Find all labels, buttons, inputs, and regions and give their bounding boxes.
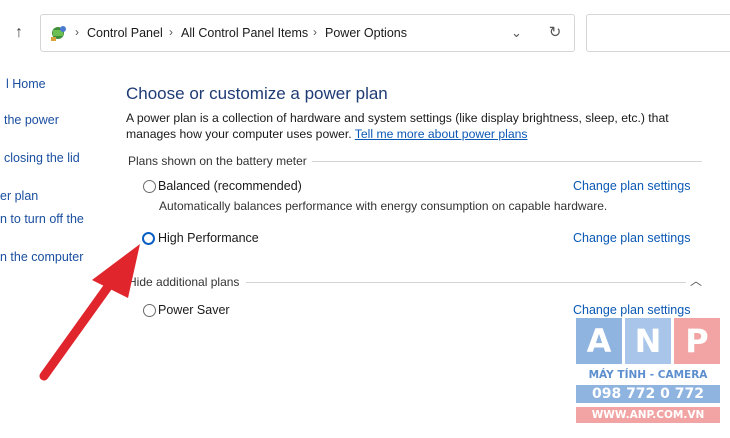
logo-letter-p: P — [674, 318, 720, 364]
balanced-change-settings-link[interactable]: Change plan settings — [573, 179, 690, 193]
chevron-up-icon[interactable]: ︿ — [689, 274, 703, 288]
page-description: A power plan is a collection of hardware… — [126, 110, 716, 142]
learn-more-link[interactable]: Tell me more about power plans — [355, 127, 528, 141]
nav-item-closing-lid[interactable]: closing the lid — [4, 151, 80, 165]
nav-item-sleep[interactable]: n the computer — [0, 250, 83, 264]
left-nav: l Home the power closing the lid er plan… — [0, 68, 110, 438]
group-divider — [312, 161, 702, 162]
group-divider — [246, 282, 686, 283]
search-input[interactable] — [586, 14, 730, 52]
breadcrumb-separator-icon: › — [169, 25, 173, 39]
high-performance-plan-label[interactable]: High Performance — [158, 231, 259, 245]
control-panel-icon — [51, 26, 66, 41]
balanced-radio[interactable] — [143, 180, 156, 193]
logo-line-3: WWW.ANP.COM.VN — [576, 407, 720, 423]
anp-watermark-logo: A N P MÁY TÍNH - CAMERA 098 772 0 772 WW… — [576, 318, 720, 438]
breadcrumb-all-items[interactable]: All Control Panel Items — [181, 26, 308, 40]
address-toolbar: ↑ › Control Panel › All Control Panel It… — [0, 0, 730, 68]
logo-line-1: MÁY TÍNH - CAMERA — [588, 369, 708, 381]
nav-item-create-plan[interactable]: er plan — [0, 189, 38, 203]
refresh-icon[interactable]: ↻ — [546, 23, 564, 43]
chevron-down-icon[interactable]: ⌄ — [511, 24, 525, 42]
breadcrumb-separator-icon: › — [75, 25, 79, 39]
up-arrow-icon[interactable]: ↑ — [10, 24, 28, 42]
breadcrumb-power-options[interactable]: Power Options — [325, 26, 407, 40]
nav-item-home[interactable]: l Home — [6, 77, 46, 91]
logo-letter-n: N — [625, 318, 671, 364]
address-bar[interactable]: › Control Panel › All Control Panel Item… — [40, 14, 575, 52]
high-performance-change-settings-link[interactable]: Change plan settings — [573, 231, 690, 245]
breadcrumb-control-panel[interactable]: Control Panel — [87, 26, 163, 40]
power-saver-radio[interactable] — [143, 304, 156, 317]
high-performance-radio[interactable] — [142, 232, 155, 245]
nav-item-display-off[interactable]: n to turn off the — [0, 212, 84, 226]
power-saver-plan-label[interactable]: Power Saver — [158, 303, 230, 317]
logo-letter-a: A — [576, 318, 622, 364]
hide-additional-plans-label[interactable]: Hide additional plans — [128, 275, 239, 289]
power-saver-change-settings-link[interactable]: Change plan settings — [573, 303, 690, 317]
battery-group-label: Plans shown on the battery meter — [128, 154, 307, 168]
logo-line-2: 098 772 0 772 — [576, 385, 720, 403]
breadcrumb-separator-icon: › — [313, 25, 317, 39]
balanced-plan-description: Automatically balances performance with … — [159, 199, 608, 213]
nav-item-power-buttons[interactable]: the power — [4, 113, 59, 127]
page-title: Choose or customize a power plan — [126, 84, 388, 103]
balanced-plan-label[interactable]: Balanced (recommended) — [158, 179, 302, 193]
